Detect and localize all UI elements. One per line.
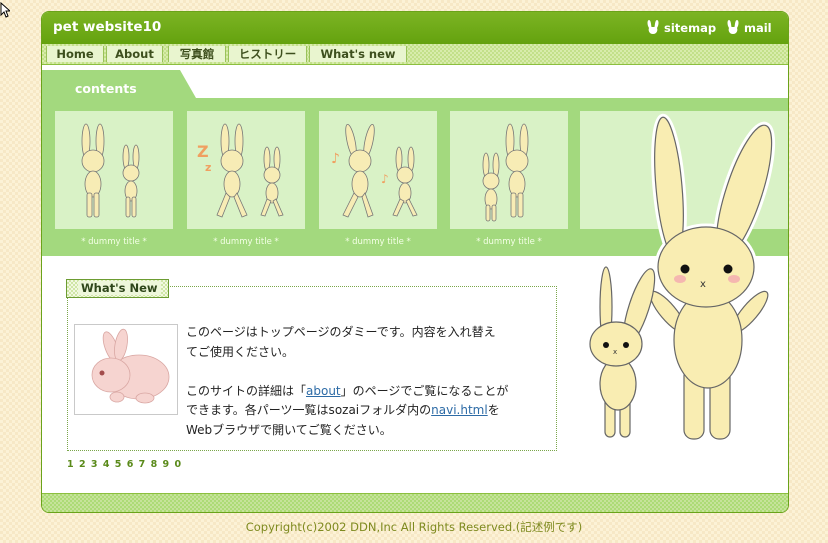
svg-text:x: x: [613, 348, 617, 356]
navi-html-link[interactable]: navi.html: [431, 403, 488, 417]
thumbnail-caption[interactable]: * dummy title *: [187, 237, 305, 247]
thumbnail-caption[interactable]: * dummy title *: [55, 237, 173, 247]
large-rabbits-illustration: x x: [586, 113, 776, 443]
nav-item-whats-new[interactable]: What's new: [309, 46, 407, 62]
page-link-2[interactable]: 2: [79, 459, 87, 470]
site-header: pet website10 sitemap mail: [42, 12, 788, 44]
site-title[interactable]: pet website10: [53, 19, 161, 35]
svg-text:z: z: [205, 161, 211, 174]
page-link-1[interactable]: 1: [67, 459, 75, 470]
rabbit-icon: [647, 20, 659, 34]
copyright-text: Copyright(c)2002 DDN,Inc All Rights Rese…: [245, 520, 583, 534]
mail-label: mail: [744, 20, 772, 35]
text-line: このページはトップページのダミーです。内容を入れ替え: [186, 325, 496, 339]
page-link-0[interactable]: 0: [174, 459, 182, 470]
page-link-9[interactable]: 9: [163, 459, 171, 470]
nav-item-gallery[interactable]: 写真館: [168, 46, 226, 62]
page-link-5[interactable]: 5: [115, 459, 123, 470]
thumbnail-caption[interactable]: * dummy title *: [450, 237, 568, 247]
page-frame: pet website10 sitemap mail Home About 写真…: [41, 11, 789, 513]
svg-text:x: x: [700, 279, 706, 290]
content-thumbnail-3[interactable]: ♪ ♪: [319, 111, 437, 229]
page-link-3[interactable]: 3: [91, 459, 99, 470]
rabbit-pair-illustration: [482, 123, 529, 222]
text-line: できます。各パーツ一覧はsozaiフォルダ内のnavi.htmlを: [186, 401, 546, 421]
sitemap-label: sitemap: [664, 20, 717, 35]
content-thumbnail-2[interactable]: Z z: [187, 111, 305, 229]
content-thumbnail-1[interactable]: [55, 111, 173, 229]
contents-label: contents: [75, 81, 137, 96]
whats-new-heading-box: What's New: [66, 279, 169, 298]
page-link-6[interactable]: 6: [127, 459, 135, 470]
content-thumbnail-4[interactable]: [450, 111, 568, 229]
page-link-8[interactable]: 8: [151, 459, 159, 470]
svg-text:♪: ♪: [381, 172, 389, 186]
sleeping-rabbits-illustration: Z z: [197, 123, 284, 218]
nav-item-history[interactable]: ヒストリー: [228, 46, 307, 62]
pink-rabbit-illustration: [91, 328, 170, 404]
main-nav: Home About 写真館 ヒストリー What's new: [42, 44, 788, 65]
whats-new-text: このページはトップページのダミーです。内容を入れ替え てご使用ください。 このサ…: [186, 323, 546, 440]
pagination: 1 2 3 4 5 6 7 8 9 0: [67, 459, 182, 470]
dancing-rabbits-illustration: ♪ ♪: [331, 123, 418, 218]
rabbit-icon: [727, 20, 739, 34]
text-span: 」のページでご覧になることが: [340, 383, 509, 398]
text-line: てご使用ください。: [186, 344, 295, 359]
page-link-4[interactable]: 4: [103, 459, 111, 470]
sitemap-link[interactable]: sitemap: [646, 19, 716, 36]
rabbit-photo: [74, 324, 178, 415]
svg-text:♪: ♪: [331, 151, 340, 167]
thumbnail-caption[interactable]: * dummy title *: [319, 237, 437, 247]
rabbit-pair-illustration: [81, 123, 140, 218]
mail-link[interactable]: mail: [726, 19, 772, 36]
text-span: できます。各パーツ一覧はsozaiフォルダ内の: [186, 403, 432, 417]
page-link-7[interactable]: 7: [139, 459, 147, 470]
whats-new-heading: What's New: [78, 281, 161, 295]
svg-text:Z: Z: [197, 142, 209, 161]
footer-band: [42, 493, 788, 512]
nav-item-home[interactable]: Home: [46, 46, 104, 62]
text-span: このサイトの詳細は「: [186, 383, 307, 398]
about-link[interactable]: about: [306, 384, 341, 398]
text-line: このサイトの詳細は「about」のページでご覧になることが: [186, 382, 546, 402]
nav-item-about[interactable]: About: [106, 46, 163, 62]
text-span: を: [487, 403, 500, 417]
text-line: Webブラウザで開いてご覧ください。: [186, 422, 392, 437]
mouse-cursor-icon: [0, 2, 10, 18]
